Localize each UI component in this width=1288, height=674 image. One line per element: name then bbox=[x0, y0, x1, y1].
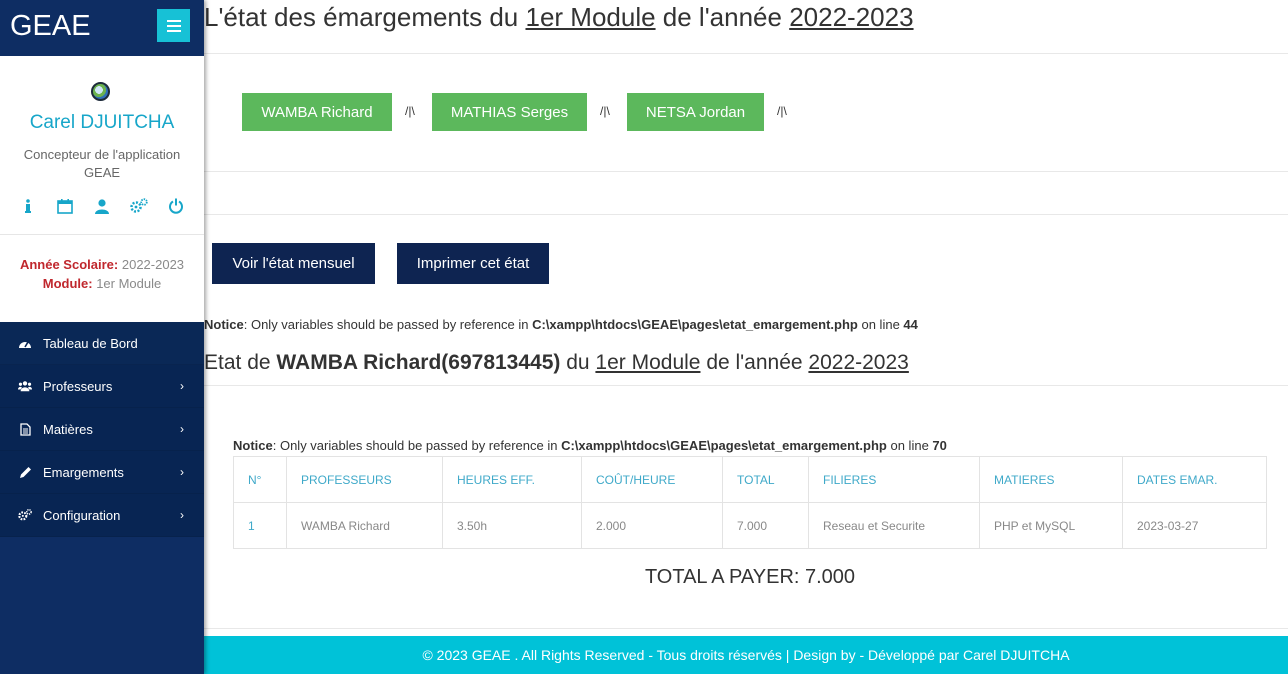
print-button[interactable]: Imprimer cet état bbox=[397, 243, 549, 284]
professor-button-netsa[interactable]: NETSA Jordan bbox=[627, 93, 764, 131]
power-icon[interactable] bbox=[167, 197, 185, 215]
sidebar-item-label: Emargements bbox=[43, 464, 124, 480]
dashboard-icon bbox=[18, 336, 32, 350]
sidebar: GEAE Carel DJUITCHA Concepteur de l'appl… bbox=[0, 0, 204, 674]
user-icon[interactable] bbox=[93, 197, 111, 215]
column-header[interactable]: HEURES EFF. bbox=[442, 456, 582, 503]
column-header[interactable]: DATES EMAR. bbox=[1122, 456, 1267, 503]
separator: /|\ bbox=[777, 104, 787, 118]
column-header[interactable]: PROFESSEURS bbox=[286, 456, 443, 503]
user-profile: Carel DJUITCHA Concepteur de l'applicati… bbox=[0, 56, 204, 322]
school-year-info: Année Scolaire: 2022-2023 Module: 1er Mo… bbox=[0, 255, 204, 293]
table-cell: PHP et MySQL bbox=[979, 502, 1123, 549]
table-cell: 3.50h bbox=[442, 502, 582, 549]
chevron-right-icon: › bbox=[180, 422, 184, 436]
view-monthly-button[interactable]: Voir l'état mensuel bbox=[212, 243, 375, 284]
year-label: Année Scolaire: bbox=[19, 257, 119, 272]
separator: /|\ bbox=[405, 104, 415, 118]
professor-name: WAMBA Richard(697813445) bbox=[276, 351, 561, 374]
divider bbox=[204, 628, 1288, 629]
module-value: 1er Module bbox=[96, 276, 162, 291]
user-name: Carel DJUITCHA bbox=[29, 112, 175, 133]
table-header-row: N° PROFESSEURS HEURES EFF. COÛT/HEURE TO… bbox=[233, 456, 1267, 503]
chevron-right-icon: › bbox=[180, 379, 184, 393]
column-header[interactable]: FILIERES bbox=[808, 456, 980, 503]
footer-text: © 2023 GEAE . All Rights Reserved - Tous… bbox=[422, 647, 1070, 663]
sidebar-item-configuration[interactable]: Configuration › bbox=[0, 494, 204, 537]
title-year-link[interactable]: 2022-2023 bbox=[789, 2, 913, 32]
php-notice: Notice: Only variables should be passed … bbox=[204, 317, 918, 332]
cogs-icon bbox=[18, 508, 32, 522]
sidebar-item-label: Matières bbox=[43, 421, 93, 437]
sidebar-item-label: Configuration bbox=[43, 507, 121, 523]
user-role: Concepteur de l'application GEAE bbox=[23, 147, 181, 180]
avatar bbox=[91, 82, 110, 101]
profile-actions bbox=[0, 197, 204, 215]
professor-button-wamba[interactable]: WAMBA Richard bbox=[242, 93, 392, 131]
divider bbox=[204, 214, 1288, 215]
column-header[interactable]: TOTAL bbox=[722, 456, 809, 503]
attendance-table: N° PROFESSEURS HEURES EFF. COÛT/HEURE TO… bbox=[233, 456, 1267, 549]
column-header[interactable]: MATIERES bbox=[979, 456, 1123, 503]
column-header[interactable]: N° bbox=[233, 456, 287, 503]
main-content: L'état des émargements du 1er Module de … bbox=[204, 0, 1288, 674]
pencil-icon bbox=[18, 465, 32, 479]
table-cell: 2023-03-27 bbox=[1122, 502, 1267, 549]
divider bbox=[204, 171, 1288, 172]
info-icon[interactable] bbox=[19, 197, 37, 215]
sidebar-item-label: Tableau de Bord bbox=[43, 335, 138, 351]
footer: © 2023 GEAE . All Rights Reserved - Tous… bbox=[204, 636, 1288, 674]
subtitle-module-link[interactable]: 1er Module bbox=[595, 351, 700, 374]
professor-button-mathias[interactable]: MATHIAS Serges bbox=[432, 93, 587, 131]
sidebar-item-matieres[interactable]: Matières › bbox=[0, 408, 204, 451]
table-cell: Reseau et Securite bbox=[808, 502, 980, 549]
sidebar-nav: Tableau de Bord Professeurs › Matières ›… bbox=[0, 322, 204, 537]
separator: /|\ bbox=[600, 104, 610, 118]
sidebar-item-tableau-de-bord[interactable]: Tableau de Bord bbox=[0, 322, 204, 365]
hamburger-icon bbox=[166, 19, 181, 22]
table-row: 1 WAMBA Richard 3.50h 2.000 7.000 Reseau… bbox=[233, 502, 1267, 549]
page-title: L'état des émargements du 1er Module de … bbox=[204, 2, 914, 32]
calendar-icon[interactable] bbox=[56, 197, 74, 215]
divider bbox=[204, 53, 1288, 54]
brand-bar: GEAE bbox=[0, 0, 204, 56]
chevron-right-icon: › bbox=[180, 508, 184, 522]
brand-logo[interactable]: GEAE bbox=[10, 10, 91, 43]
users-icon bbox=[18, 379, 32, 393]
subtitle-year-link[interactable]: 2022-2023 bbox=[808, 351, 908, 374]
chevron-right-icon: › bbox=[180, 465, 184, 479]
section-title: Etat de WAMBA Richard(697813445) du 1er … bbox=[204, 351, 909, 374]
cogs-icon[interactable] bbox=[130, 197, 148, 215]
table-cell: 2.000 bbox=[581, 502, 723, 549]
table-cell: WAMBA Richard bbox=[286, 502, 443, 549]
sidebar-item-emargements[interactable]: Emargements › bbox=[0, 451, 204, 494]
total-to-pay: TOTAL A PAYER: 7.000 bbox=[644, 566, 856, 588]
php-notice: Notice: Only variables should be passed … bbox=[233, 438, 947, 453]
divider bbox=[0, 234, 204, 235]
column-header[interactable]: COÛT/HEURE bbox=[581, 456, 723, 503]
sidebar-item-label: Professeurs bbox=[43, 378, 113, 394]
file-icon bbox=[18, 422, 32, 436]
menu-toggle-button[interactable] bbox=[157, 9, 190, 42]
module-label: Module: bbox=[42, 276, 93, 291]
year-value: 2022-2023 bbox=[121, 257, 185, 272]
table-cell: 7.000 bbox=[722, 502, 809, 549]
sidebar-item-professeurs[interactable]: Professeurs › bbox=[0, 365, 204, 408]
divider bbox=[204, 385, 1288, 386]
table-cell: 1 bbox=[233, 502, 287, 549]
title-module-link[interactable]: 1er Module bbox=[525, 2, 655, 32]
